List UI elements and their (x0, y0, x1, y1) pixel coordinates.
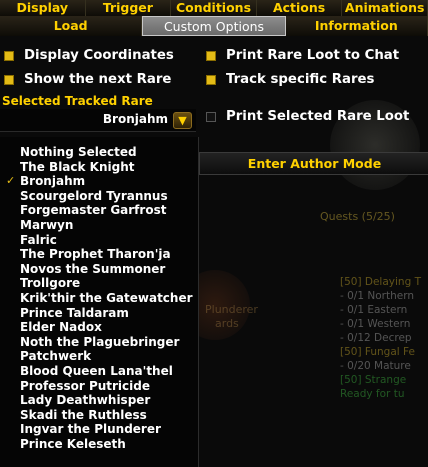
print-selected-rare-loot-label: Print Selected Rare Loot (226, 109, 410, 124)
list-item[interactable]: Patchwerk (20, 349, 91, 363)
list-item[interactable]: Prince Keleseth (20, 437, 126, 451)
list-item[interactable]: Lady Deathwhisper (20, 393, 150, 407)
print-rare-loot-chat-checkbox[interactable] (206, 50, 216, 61)
check-icon: ✓ (6, 174, 16, 188)
list-item[interactable]: Trollgore (20, 276, 80, 290)
display-coordinates-label: Display Coordinates (24, 48, 174, 63)
tab-display[interactable]: Display (0, 0, 86, 16)
print-selected-rare-loot-option[interactable]: Print Selected Rare Loot (206, 109, 409, 124)
list-item[interactable]: Scourgelord Tyrannus (20, 189, 168, 203)
show-next-rare-checkbox[interactable] (4, 74, 14, 85)
list-item[interactable]: Novos the Summoner (20, 262, 165, 276)
list-item[interactable]: The Black Knight (20, 160, 135, 174)
display-coordinates-option[interactable]: Display Coordinates (4, 48, 174, 63)
track-specific-rares-option[interactable]: Track specific Rares (206, 72, 374, 87)
list-item[interactable]: The Prophet Tharon'ja (20, 247, 171, 261)
list-item[interactable]: Nothing Selected (20, 145, 137, 159)
custom-options-panel: Display Coordinates Show the next Rare P… (0, 36, 428, 467)
tab-information[interactable]: Information (285, 16, 428, 36)
show-next-rare-option[interactable]: Show the next Rare (4, 72, 171, 87)
print-selected-rare-loot-checkbox[interactable] (206, 111, 216, 122)
tab-load[interactable]: Load (0, 16, 143, 36)
sub-tab-bar: Load Custom Options Information (0, 16, 428, 36)
enter-author-mode-button[interactable]: Enter Author Mode (199, 152, 428, 175)
tab-animations[interactable]: Animations (342, 0, 428, 16)
list-item[interactable]: Elder Nadox (20, 320, 102, 334)
tab-custom-options[interactable]: Custom Options (142, 16, 286, 36)
list-item[interactable]: Falric (20, 233, 57, 247)
list-item[interactable]: Skadi the Ruthless (20, 408, 147, 422)
display-coordinates-checkbox[interactable] (4, 50, 14, 61)
list-item[interactable]: Krik'thir the Gatewatcher (20, 291, 193, 305)
top-tab-bar: Display Trigger Conditions Actions Anima… (0, 0, 428, 16)
list-item[interactable]: Blood Queen Lana'thel (20, 364, 173, 378)
list-item[interactable]: Marwyn (20, 218, 73, 232)
print-rare-loot-chat-label: Print Rare Loot to Chat (226, 48, 400, 63)
list-item[interactable]: Professor Putricide (20, 379, 150, 393)
chevron-down-icon[interactable]: ▼ (173, 112, 192, 129)
rare-dropdown-list: Nothing Selected The Black Knight ✓ Bronjah… (0, 137, 199, 467)
track-specific-rares-label: Track specific Rares (226, 72, 375, 87)
list-item[interactable]: Forgemaster Garfrost (20, 203, 166, 217)
tab-trigger[interactable]: Trigger (85, 0, 172, 16)
list-item[interactable]: Noth the Plaguebringer (20, 335, 179, 349)
selected-tracked-rare-label: Selected Tracked Rare (2, 94, 153, 108)
tab-actions[interactable]: Actions (256, 0, 343, 16)
track-specific-rares-checkbox[interactable] (206, 74, 216, 85)
list-item[interactable]: Ingvar the Plunderer (20, 422, 161, 436)
list-item[interactable]: Prince Taldaram (20, 306, 129, 320)
tracked-rare-value: Bronjahm (102, 112, 168, 126)
tracked-rare-dropdown[interactable]: Bronjahm ▼ (0, 109, 196, 132)
show-next-rare-label: Show the next Rare (24, 72, 172, 87)
print-rare-loot-chat-option[interactable]: Print Rare Loot to Chat (206, 48, 399, 63)
list-item[interactable]: Bronjahm (20, 174, 85, 188)
tab-conditions[interactable]: Conditions (171, 0, 257, 16)
